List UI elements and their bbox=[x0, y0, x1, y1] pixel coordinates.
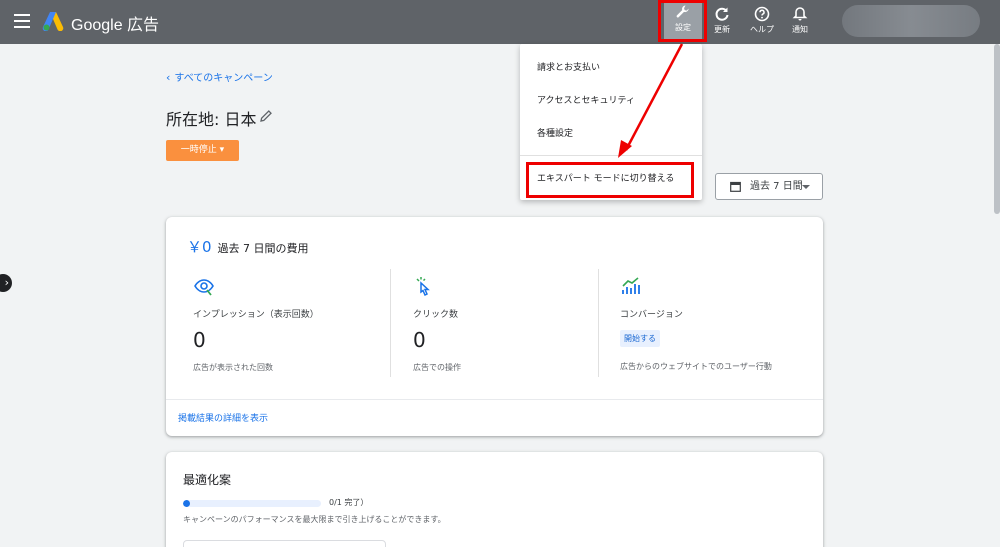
chevron-left-icon: ‹ bbox=[166, 71, 171, 84]
conversion-chart-icon bbox=[622, 277, 640, 294]
google-ads-logo-icon bbox=[42, 12, 64, 31]
optimization-description: キャンペーンのパフォーマンスを最大限まで引き上げることができます。 bbox=[183, 515, 446, 524]
summary-card: ￥0 過去 7 日間の費用 インプレッション（表示回数） 0 広告が表示された回数… bbox=[166, 217, 823, 436]
optimization-title: 最適化案 bbox=[183, 473, 232, 487]
clicks-metric: クリック数 0 広告での操作 bbox=[413, 275, 613, 373]
notifications-label: 通知 bbox=[792, 25, 808, 34]
calendar-icon bbox=[730, 181, 741, 192]
cost-amount: ￥0 bbox=[187, 238, 212, 256]
optimization-progress-fill bbox=[183, 500, 190, 507]
metric-description: 広告が表示された回数 bbox=[193, 363, 273, 372]
optimization-suggestion-card[interactable] bbox=[183, 540, 386, 547]
metric-description: 広告からのウェブサイトでのユーザー行動 bbox=[620, 362, 772, 371]
pointer-click-icon bbox=[416, 277, 430, 297]
refresh-button[interactable]: 更新 bbox=[702, 4, 742, 40]
metric-name: インプレッション（表示回数） bbox=[193, 310, 319, 320]
settings-highlight-box bbox=[658, 0, 707, 42]
metric-value: 0 bbox=[413, 328, 426, 352]
view-details-link[interactable]: 掲載結果の詳細を表示 bbox=[178, 411, 268, 424]
help-label: ヘルプ bbox=[750, 25, 774, 34]
notifications-button[interactable]: 通知 bbox=[780, 4, 820, 40]
refresh-label: 更新 bbox=[714, 25, 730, 34]
help-button[interactable]: ヘルプ bbox=[742, 4, 782, 40]
menu-item-billing[interactable]: 請求とお支払い bbox=[537, 60, 600, 73]
eye-icon bbox=[194, 279, 214, 296]
expand-sidebar-icon[interactable]: › bbox=[0, 274, 12, 292]
edit-pencil-icon[interactable] bbox=[259, 109, 273, 123]
brand-title: Google 広告 bbox=[71, 17, 160, 34]
caret-down-icon bbox=[802, 185, 810, 189]
back-to-all-campaigns-link[interactable]: ‹ すべてのキャンペーン bbox=[166, 69, 273, 84]
back-link-label: すべてのキャンペーン bbox=[174, 73, 273, 84]
metric-name: コンバージョン bbox=[620, 310, 683, 320]
metric-divider bbox=[390, 269, 391, 377]
account-area-blurred[interactable] bbox=[842, 5, 980, 37]
top-app-bar: Google 広告 設定 更新 ヘルプ 通知 bbox=[0, 0, 1000, 44]
page-title: 所在地: 日本 bbox=[166, 110, 257, 129]
metric-value: 0 bbox=[193, 328, 206, 352]
menu-item-settings[interactable]: 各種設定 bbox=[537, 126, 573, 139]
menu-item-access-security[interactable]: アクセスとセキュリティ bbox=[537, 93, 635, 106]
pause-button-label: 一時停止 bbox=[180, 145, 217, 155]
metric-divider bbox=[598, 269, 599, 377]
cost-summary: ￥0 過去 7 日間の費用 bbox=[187, 236, 309, 257]
date-range-button[interactable]: 過去 7 日間 bbox=[715, 173, 823, 200]
expert-mode-highlight-box bbox=[526, 162, 694, 198]
conversions-metric: コンバージョン 開始する 広告からのウェブサイトでのユーザー行動 bbox=[620, 275, 820, 372]
impressions-metric: インプレッション（表示回数） 0 広告が表示された回数 bbox=[193, 275, 393, 373]
menu-divider bbox=[520, 155, 702, 156]
metric-description: 広告での操作 bbox=[413, 363, 461, 372]
optimization-count: 0/1 完了） bbox=[329, 498, 369, 507]
help-icon bbox=[754, 6, 770, 22]
page-scrollbar[interactable] bbox=[994, 44, 1000, 214]
refresh-icon bbox=[715, 7, 729, 21]
pause-button[interactable]: 一時停止 ▾ bbox=[166, 140, 239, 161]
metric-name: クリック数 bbox=[413, 310, 459, 320]
caret-down-icon: ▾ bbox=[219, 145, 225, 155]
optimization-card: 最適化案 0/1 完了） キャンペーンのパフォーマンスを最大限まで引き上げること… bbox=[166, 452, 823, 547]
start-conversion-button[interactable]: 開始する bbox=[620, 330, 660, 347]
date-range-label: 過去 7 日間 bbox=[750, 181, 803, 192]
card-divider bbox=[166, 399, 823, 400]
cost-label: 過去 7 日間の費用 bbox=[217, 242, 309, 255]
optimization-progress-bar bbox=[183, 500, 321, 507]
bell-icon bbox=[792, 7, 808, 21]
hamburger-menu-icon[interactable] bbox=[14, 14, 30, 28]
